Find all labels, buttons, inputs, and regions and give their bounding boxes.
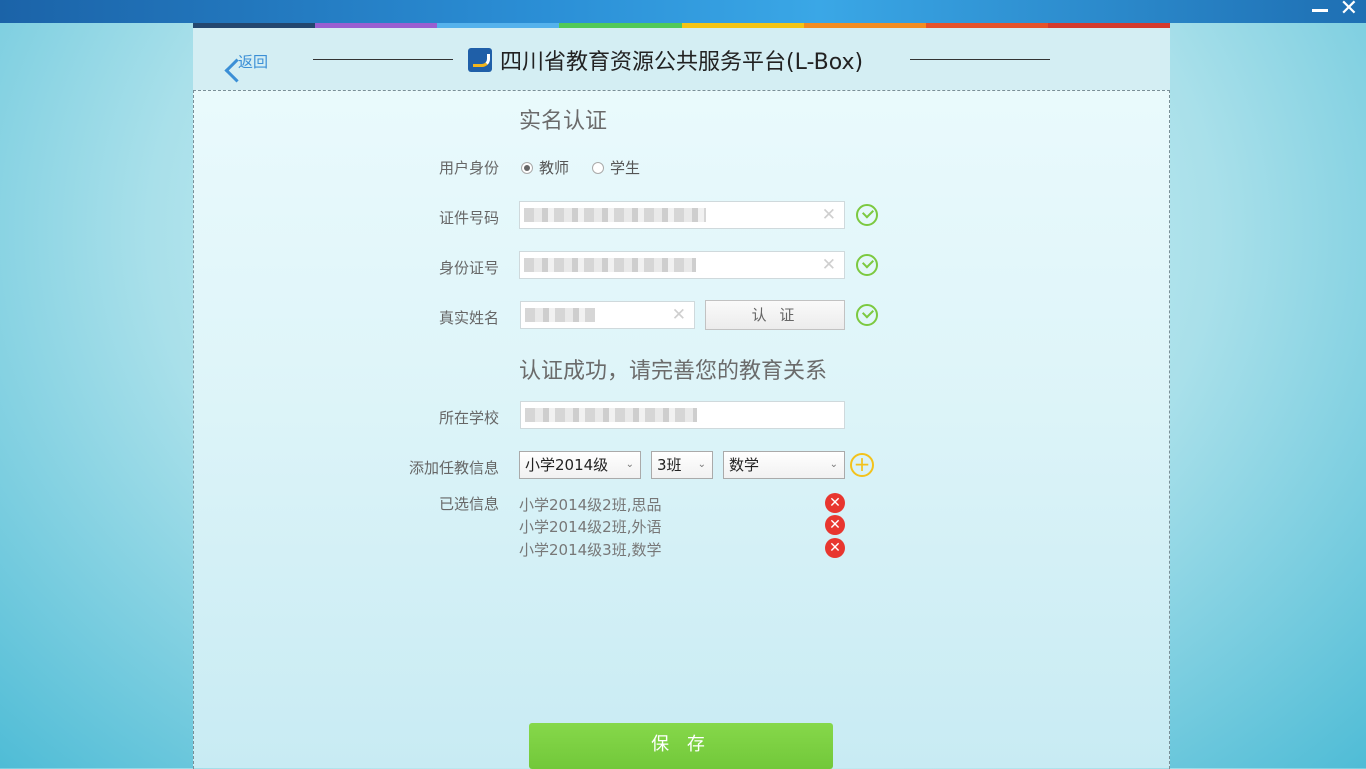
chevron-down-icon: ⌄ bbox=[697, 459, 706, 470]
class-select-value: 3班 bbox=[657, 456, 682, 474]
real-name-input[interactable]: ✕ bbox=[520, 301, 695, 329]
masked-value bbox=[524, 208, 706, 222]
cert-number-label: 证件号码 bbox=[438, 209, 499, 227]
subject-select[interactable]: 数学 ⌄ bbox=[723, 451, 845, 479]
radio-teacher-label: 教师 bbox=[539, 159, 570, 177]
chevron-down-icon: ⌄ bbox=[829, 459, 838, 470]
save-button[interactable]: 保 存 bbox=[529, 723, 833, 769]
radio-dot bbox=[592, 161, 604, 174]
class-select[interactable]: 3班 ⌄ bbox=[651, 451, 713, 479]
relation-section-title: 认证成功，请完善您的教育关系 bbox=[519, 359, 828, 384]
lbox-logo-icon bbox=[468, 48, 492, 72]
verify-button[interactable]: 认 证 bbox=[705, 300, 845, 330]
main-panel: 返回 四川省教育资源公共服务平台(L-Box) 实名认证 用户身份 教师 学生 … bbox=[193, 28, 1170, 769]
idcard-input[interactable]: ✕ bbox=[519, 251, 845, 279]
window-titlebar: ✕ bbox=[0, 0, 1366, 23]
form-area: 实名认证 用户身份 教师 学生 证件号码 ✕ 身份证号 ✕ 真实姓名 ✕ 认 证 bbox=[193, 90, 1170, 769]
grade-select[interactable]: 小学2014级 ⌄ bbox=[519, 451, 641, 479]
check-circle-icon bbox=[856, 204, 878, 226]
radio-student[interactable]: 学生 bbox=[592, 157, 640, 178]
minimize-icon[interactable] bbox=[1312, 9, 1328, 12]
school-input[interactable] bbox=[520, 401, 845, 429]
delete-circle-icon[interactable]: ✕ bbox=[825, 493, 845, 513]
divider-right bbox=[910, 59, 1050, 60]
radio-teacher[interactable]: 教师 bbox=[521, 157, 569, 178]
subject-select-value: 数学 bbox=[729, 456, 760, 474]
selected-item: 小学2014级3班,数学 bbox=[519, 541, 662, 559]
masked-value bbox=[525, 308, 595, 322]
add-circle-icon[interactable]: + bbox=[850, 453, 874, 477]
delete-circle-icon[interactable]: ✕ bbox=[825, 515, 845, 535]
page-title-group: 四川省教育资源公共服务平台(L-Box) bbox=[468, 44, 863, 76]
chevron-down-icon: ⌄ bbox=[625, 459, 634, 470]
idcard-label: 身份证号 bbox=[438, 259, 499, 277]
divider-left bbox=[313, 59, 453, 60]
grade-select-value: 小学2014级 bbox=[525, 456, 609, 474]
page-header: 返回 四川省教育资源公共服务平台(L-Box) bbox=[193, 28, 1170, 90]
school-label: 所在学校 bbox=[438, 409, 499, 427]
clear-icon[interactable]: ✕ bbox=[672, 305, 686, 325]
delete-circle-icon[interactable]: ✕ bbox=[825, 538, 845, 558]
selected-info-label: 已选信息 bbox=[438, 495, 499, 513]
cert-number-input[interactable]: ✕ bbox=[519, 201, 845, 229]
masked-value bbox=[525, 408, 697, 422]
selected-item: 小学2014级2班,外语 bbox=[519, 518, 662, 536]
auth-section-title: 实名认证 bbox=[519, 109, 608, 134]
back-label: 返回 bbox=[238, 53, 269, 71]
clear-icon[interactable]: ✕ bbox=[822, 255, 836, 275]
real-name-label: 真实姓名 bbox=[438, 309, 499, 327]
page-title: 四川省教育资源公共服务平台(L-Box) bbox=[500, 50, 864, 75]
identity-label: 用户身份 bbox=[438, 159, 499, 177]
clear-icon[interactable]: ✕ bbox=[822, 205, 836, 225]
add-teaching-label: 添加任教信息 bbox=[408, 459, 499, 477]
back-button[interactable]: 返回 bbox=[205, 44, 275, 83]
selected-item: 小学2014级2班,思品 bbox=[519, 496, 662, 514]
check-circle-icon bbox=[856, 254, 878, 276]
masked-value bbox=[524, 258, 696, 272]
check-circle-icon bbox=[856, 304, 878, 326]
close-icon[interactable]: ✕ bbox=[1340, 0, 1358, 20]
radio-dot-checked bbox=[521, 161, 533, 174]
radio-student-label: 学生 bbox=[610, 159, 641, 177]
